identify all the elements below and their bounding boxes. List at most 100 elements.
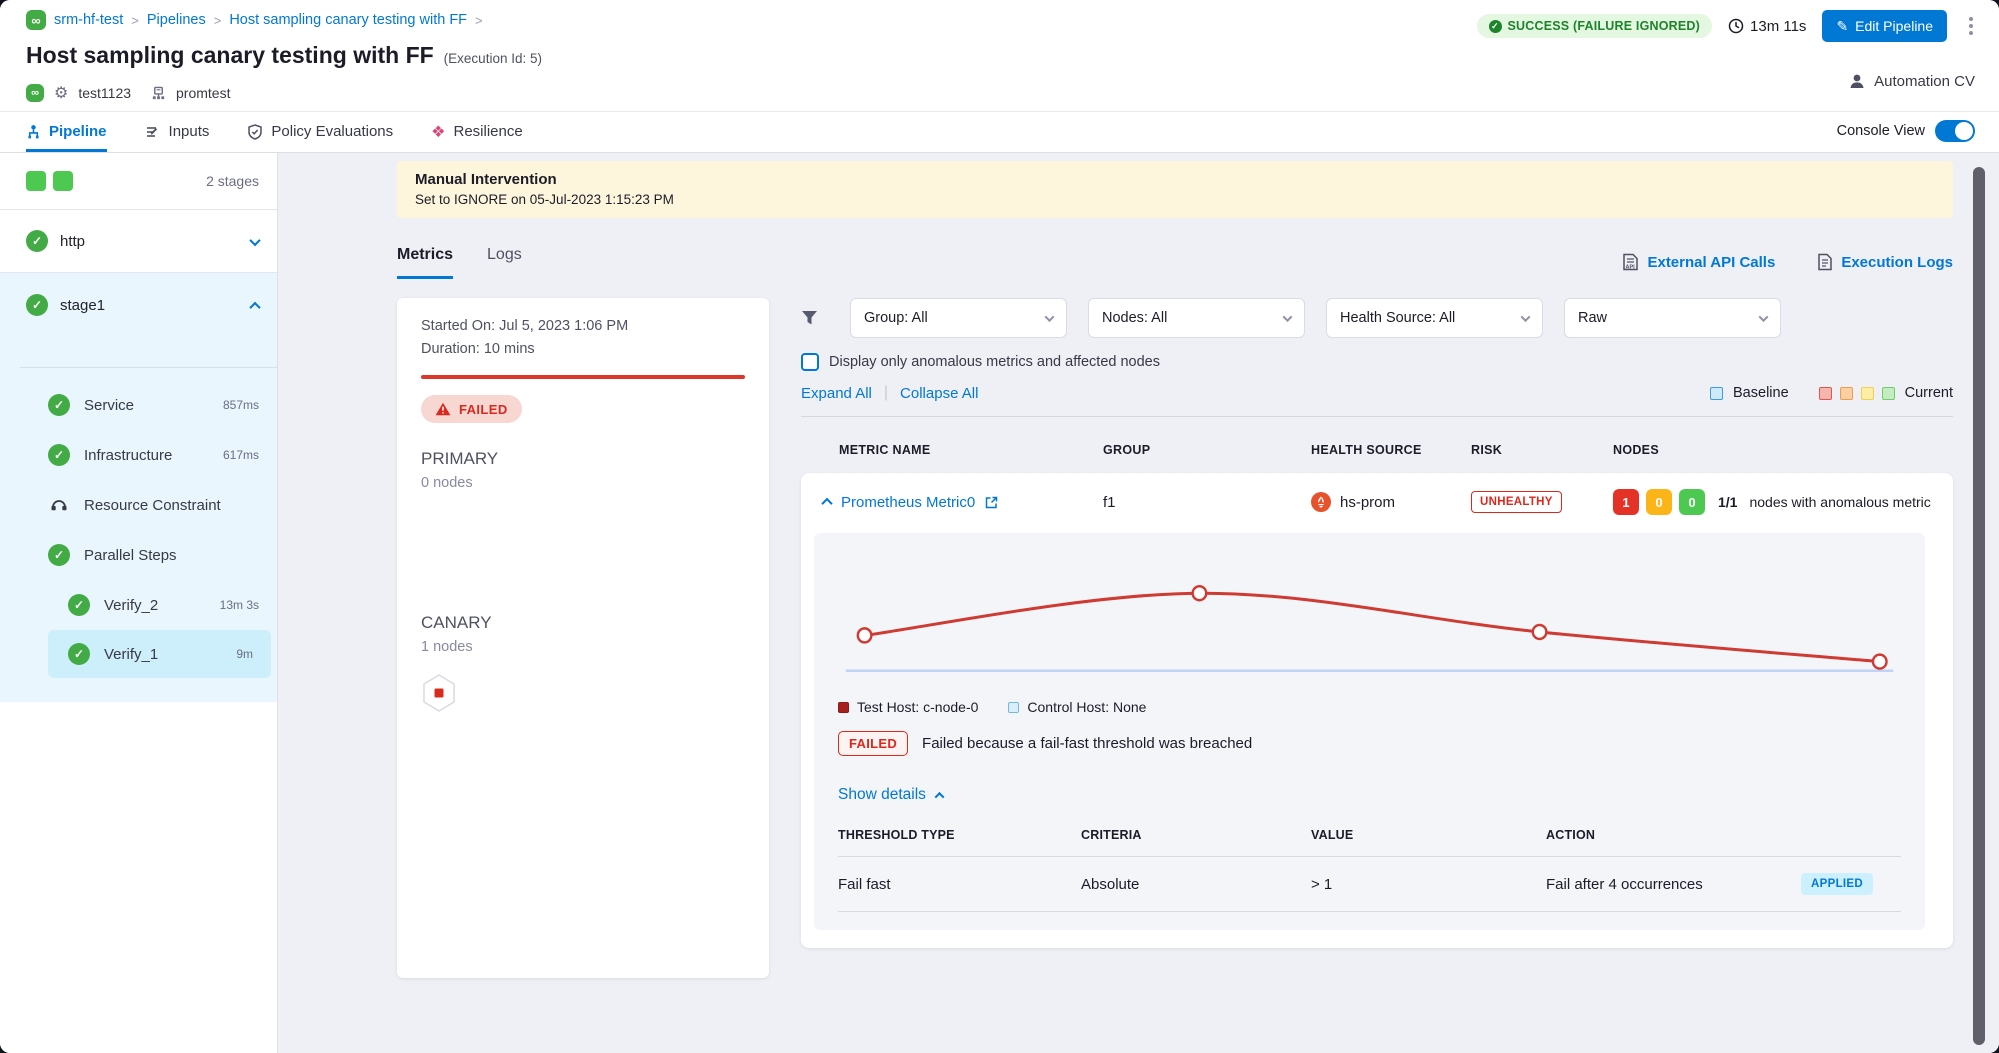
filter-row: Group: All Nodes: All Health Source: All… xyxy=(801,298,1953,338)
success-check-icon: ✓ xyxy=(1489,20,1502,33)
baseline-legend-label: Baseline xyxy=(1733,385,1789,401)
divider: | xyxy=(884,384,888,402)
col-nodes: NODES xyxy=(1613,443,1933,457)
chevron-up-icon[interactable] xyxy=(251,297,259,314)
step-row-parallel-steps[interactable]: ✓ Parallel Steps xyxy=(0,530,277,580)
banner-subtitle: Set to IGNORE on 05-Jul-2023 1:15:23 PM xyxy=(415,192,1935,207)
risk-badge: UNHEALTHY xyxy=(1471,491,1562,513)
current-legend-label: Current xyxy=(1905,385,1953,401)
show-details-link[interactable]: Show details xyxy=(838,786,943,804)
prometheus-icon xyxy=(1311,492,1331,512)
console-view-toggle[interactable] xyxy=(1935,120,1975,142)
step-row-verify-1[interactable]: ✓ Verify_1 9m xyxy=(48,630,271,678)
threshold-table-row: Fail fast Absolute > 1 Fail after 4 occu… xyxy=(838,856,1901,912)
user-icon xyxy=(1848,72,1866,90)
pencil-icon: ✎ xyxy=(1836,18,1848,35)
inputs-icon xyxy=(145,124,161,140)
test-host-line xyxy=(865,593,1880,661)
step-row-resource-constraint[interactable]: Resource Constraint xyxy=(0,480,277,530)
health-source-filter-select[interactable]: Health Source: All xyxy=(1326,298,1543,338)
console-view-label: Console View xyxy=(1837,123,1925,139)
external-link-icon[interactable] xyxy=(985,496,998,509)
control-host-legend-item: Control Host: None xyxy=(1008,699,1146,715)
expand-all-link[interactable]: Expand All xyxy=(801,385,872,402)
svg-text:API: API xyxy=(1626,265,1636,271)
step-row-infrastructure[interactable]: ✓ Infrastructure 617ms xyxy=(0,430,277,480)
edit-pipeline-button[interactable]: ✎ Edit Pipeline xyxy=(1822,10,1947,42)
success-check-icon: ✓ xyxy=(68,594,90,616)
health-source-name: hs-prom xyxy=(1340,494,1395,511)
console-view-control: Console View xyxy=(1837,112,1975,150)
col-metric-name: METRIC NAME xyxy=(839,443,1103,457)
expand-collapse-row: Expand All | Collapse All Baseline Curre… xyxy=(801,384,1953,402)
nodes-note: nodes with anomalous metric xyxy=(1749,494,1930,510)
step-duration: 9m xyxy=(236,647,253,661)
execution-id: (Execution Id: 5) xyxy=(444,51,542,66)
anomalous-checkbox[interactable] xyxy=(801,353,819,371)
step-duration: 617ms xyxy=(223,448,259,462)
threshold-type-value: Fail fast xyxy=(838,876,1081,893)
tab-resilience[interactable]: ❖ Resilience xyxy=(431,112,523,152)
canary-node-hexagon[interactable] xyxy=(421,673,745,713)
service-name: test1123 xyxy=(78,85,131,101)
main-area: 2 stages ✓ http ✓ stage1 ✓ Service 857ms xyxy=(0,153,1999,1053)
tab-logs[interactable]: Logs xyxy=(487,246,522,279)
test-host-swatch xyxy=(838,702,849,713)
divider xyxy=(20,367,277,368)
stage-status-square xyxy=(26,171,46,191)
metrics-panel: Group: All Nodes: All Health Source: All… xyxy=(801,298,1953,948)
step-row-service[interactable]: ✓ Service 857ms xyxy=(0,380,277,430)
healthy-node-count-badge[interactable]: 0 xyxy=(1679,489,1705,515)
detail-links: API External API Calls Execution Logs xyxy=(1622,253,1953,271)
anomalous-node-count-badge[interactable]: 1 xyxy=(1613,489,1639,515)
metric-name-link[interactable]: Prometheus Metric0 xyxy=(841,494,975,511)
external-api-calls-link[interactable]: API External API Calls xyxy=(1622,253,1775,271)
stage1-section: ✓ stage1 ✓ Service 857ms ✓ Infrastructur… xyxy=(0,273,277,702)
tab-inputs[interactable]: Inputs xyxy=(145,112,210,152)
collapse-all-link[interactable]: Collapse All xyxy=(900,385,978,402)
metric-group: f1 xyxy=(1103,494,1311,511)
progress-bar-failed xyxy=(421,375,745,379)
chart-series-legend: Test Host: c-node-0 Control Host: None xyxy=(838,699,1901,715)
step-row-verify-2[interactable]: ✓ Verify_2 13m 3s xyxy=(0,580,277,630)
breadcrumb-pipeline-link[interactable]: Host sampling canary testing with FF xyxy=(229,12,467,28)
gear-icon: ⚙ xyxy=(54,83,68,103)
success-check-icon: ✓ xyxy=(48,394,70,416)
success-check-icon: ✓ xyxy=(26,230,48,252)
verification-status-pill: FAILED xyxy=(421,395,522,423)
duration: Duration: 10 mins xyxy=(421,341,745,357)
breadcrumb-project-link[interactable]: srm-hf-test xyxy=(54,12,123,28)
nodes-filter-select[interactable]: Nodes: All xyxy=(1088,298,1305,338)
page-header: ∞ srm-hf-test > Pipelines > Host samplin… xyxy=(0,0,1999,112)
stage-row-stage1[interactable]: ✓ stage1 xyxy=(0,273,277,337)
tab-pipeline[interactable]: Pipeline xyxy=(26,112,107,152)
success-check-icon: ✓ xyxy=(48,544,70,566)
group-filter-select[interactable]: Group: All xyxy=(850,298,1067,338)
execution-logs-link[interactable]: Execution Logs xyxy=(1817,253,1953,271)
filter-funnel-icon xyxy=(801,310,818,326)
vertical-scrollbar[interactable] xyxy=(1973,167,1985,1045)
more-options-menu[interactable] xyxy=(1963,13,1979,39)
col-health-source: HEALTH SOURCE xyxy=(1311,443,1471,457)
warning-node-count-badge[interactable]: 0 xyxy=(1646,489,1672,515)
banner-title: Manual Intervention xyxy=(415,171,1935,188)
tab-metrics[interactable]: Metrics xyxy=(397,246,453,279)
breadcrumb-pipelines-link[interactable]: Pipelines xyxy=(147,12,206,28)
data-mode-select[interactable]: Raw xyxy=(1564,298,1781,338)
user-chip: Automation CV xyxy=(1848,72,1975,90)
title-row: Host sampling canary testing with FF (Ex… xyxy=(26,42,1975,69)
stage-row-http[interactable]: ✓ http xyxy=(0,210,277,273)
resilience-chaos-icon: ❖ xyxy=(431,122,445,142)
metrics-table-header: METRIC NAME GROUP HEALTH SOURCE RISK NOD… xyxy=(801,443,1953,457)
action-value: Fail after 4 occurrences xyxy=(1546,876,1703,893)
applied-badge: APPLIED xyxy=(1801,873,1873,895)
tab-policy-evaluations[interactable]: Policy Evaluations xyxy=(247,112,393,152)
chevron-down-icon[interactable] xyxy=(251,233,259,250)
warning-triangle-icon xyxy=(435,402,451,416)
threshold-details-table: THRESHOLD TYPE CRITERIA VALUE ACTION Fai… xyxy=(838,828,1901,912)
data-point-markers[interactable] xyxy=(858,586,1887,668)
collapse-metric-chevron[interactable] xyxy=(821,498,832,509)
anomalous-filter-row: Display only anomalous metrics and affec… xyxy=(801,353,1953,371)
pipeline-icon xyxy=(26,124,41,140)
criteria-value: Absolute xyxy=(1081,876,1311,893)
